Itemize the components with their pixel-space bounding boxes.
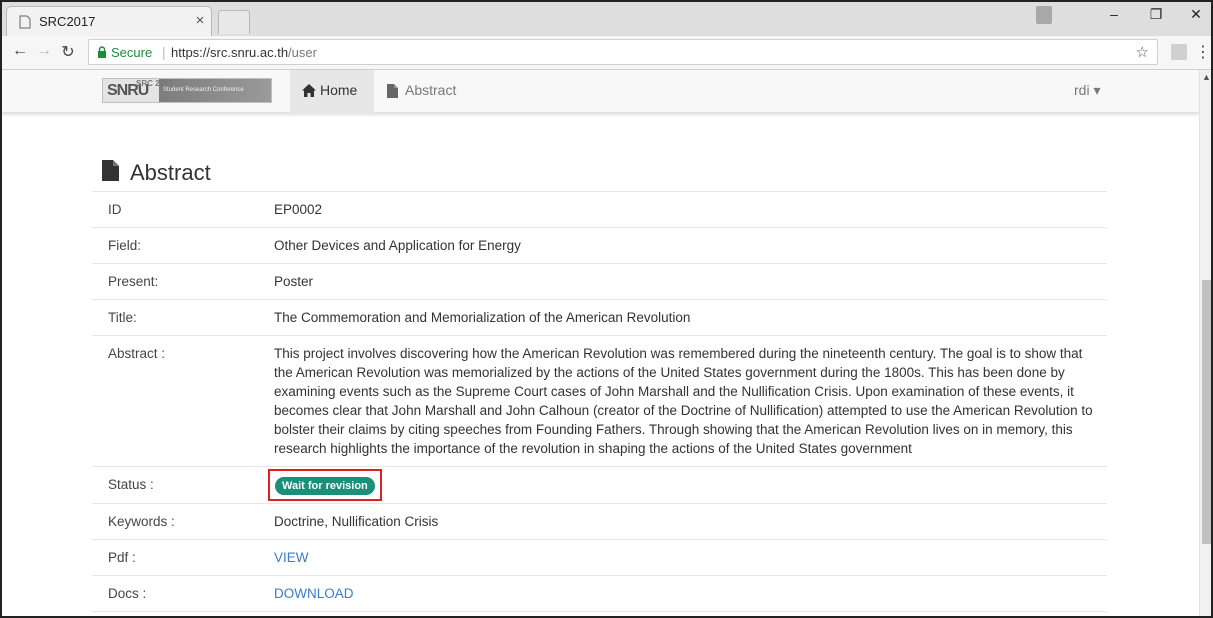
new-tab-button[interactable]	[218, 10, 250, 34]
detail-value: VIEW	[260, 540, 1107, 575]
detail-label: ID	[108, 202, 122, 217]
site-navbar: SNRU SRC 2017 Student Research Conferenc…	[2, 70, 1199, 113]
detail-value: Other Devices and Application for Energy	[274, 238, 521, 253]
detail-value: Doctrine, Nullification Crisis	[274, 514, 439, 529]
url-separator: |	[162, 44, 166, 60]
forward-arrow-icon[interactable]: →	[34, 42, 54, 60]
page-scrollbar[interactable]: ▲	[1199, 70, 1211, 616]
detail-value: Wait for revision	[260, 467, 1107, 503]
docs-download-link[interactable]: DOWNLOAD	[274, 586, 354, 601]
detail-label: Pdf :	[108, 550, 136, 565]
browser-tab[interactable]: SRC2017 ×	[6, 6, 212, 36]
file-icon	[102, 160, 119, 181]
abstract-detail: Abstract ID EP0002 Field: Other Devices …	[92, 154, 1107, 612]
detail-row-id: ID EP0002	[92, 192, 1107, 228]
site-logo[interactable]: SNRU SRC 2017 Student Research Conferenc…	[102, 78, 272, 103]
address-bar[interactable]: Secure | https://src.snru.ac.th/user ☆	[88, 39, 1158, 65]
bookmark-star-icon[interactable]: ☆	[1136, 43, 1149, 61]
detail-label: Present:	[108, 274, 159, 289]
restore-icon[interactable]: ❐	[1142, 6, 1170, 23]
nav-home-link[interactable]: Home	[290, 70, 374, 113]
lock-icon	[98, 46, 106, 58]
url-text[interactable]: https://src.snru.ac.th/user	[171, 45, 317, 60]
detail-row-keywords: Keywords : Doctrine, Nullification Crisi…	[92, 504, 1107, 540]
page-icon	[19, 15, 31, 29]
detail-label: Title:	[108, 310, 137, 325]
browser-window: SRC2017 × – ❐ ✕ ← → ↻ Secure | https://s…	[0, 0, 1213, 618]
user-dropdown[interactable]: rdi ▾	[1074, 82, 1100, 99]
abstract-text: This project involves discovering how th…	[274, 346, 1093, 456]
page-heading: Abstract	[92, 154, 1107, 192]
status-badge: Wait for revision	[275, 477, 375, 495]
file-icon	[387, 84, 398, 98]
highlight-box: Wait for revision	[268, 469, 382, 501]
profile-icon[interactable]	[1036, 6, 1052, 24]
pdf-view-link[interactable]: VIEW	[274, 550, 309, 565]
detail-label: Keywords :	[108, 514, 175, 529]
scroll-up-icon[interactable]: ▲	[1202, 72, 1211, 82]
logo-subtitle: Student Research Conference	[163, 87, 244, 93]
home-icon	[302, 84, 316, 97]
detail-value: DOWNLOAD	[260, 576, 1107, 611]
detail-value: EP0002	[274, 202, 323, 217]
detail-row-present: Present: Poster	[92, 264, 1107, 300]
tab-strip: SRC2017 × – ❐ ✕	[2, 2, 1211, 36]
detail-label: Status :	[108, 477, 154, 492]
detail-row-docs: Docs : DOWNLOAD	[92, 576, 1107, 612]
nav-home-label: Home	[320, 82, 358, 98]
reload-icon[interactable]: ↻	[58, 42, 78, 62]
nav-abstract-link[interactable]: Abstract	[405, 82, 456, 98]
page-title: Abstract	[130, 160, 211, 185]
page-viewport: SNRU SRC 2017 Student Research Conferenc…	[2, 70, 1199, 616]
detail-row-pdf: Pdf : VIEW	[92, 540, 1107, 576]
scrollbar-thumb[interactable]	[1202, 280, 1211, 544]
detail-value: The Commemoration and Memorialization of…	[274, 310, 691, 325]
tab-title: SRC2017	[39, 14, 96, 29]
detail-row-status: Status : Wait for revision	[92, 467, 1107, 504]
detail-value: Poster	[274, 274, 314, 289]
extension-icon[interactable]	[1171, 44, 1187, 60]
browser-menu-icon[interactable]: ⋮	[1195, 42, 1211, 62]
detail-label: Field:	[108, 238, 142, 253]
detail-label: Abstract :	[108, 346, 166, 361]
browser-toolbar: ← → ↻ Secure | https://src.snru.ac.th/us…	[2, 36, 1211, 70]
detail-row-title: Title: The Commemoration and Memorializa…	[92, 300, 1107, 336]
secure-label: Secure	[111, 45, 153, 60]
back-arrow-icon[interactable]: ←	[10, 42, 30, 60]
close-tab-icon[interactable]: ×	[191, 12, 209, 29]
detail-label: Docs :	[108, 586, 147, 601]
minimize-icon[interactable]: –	[1100, 6, 1128, 22]
detail-row-field: Field: Other Devices and Application for…	[92, 228, 1107, 264]
detail-row-abstract: Abstract : This project involves discove…	[92, 336, 1107, 467]
close-window-icon[interactable]: ✕	[1182, 6, 1210, 23]
